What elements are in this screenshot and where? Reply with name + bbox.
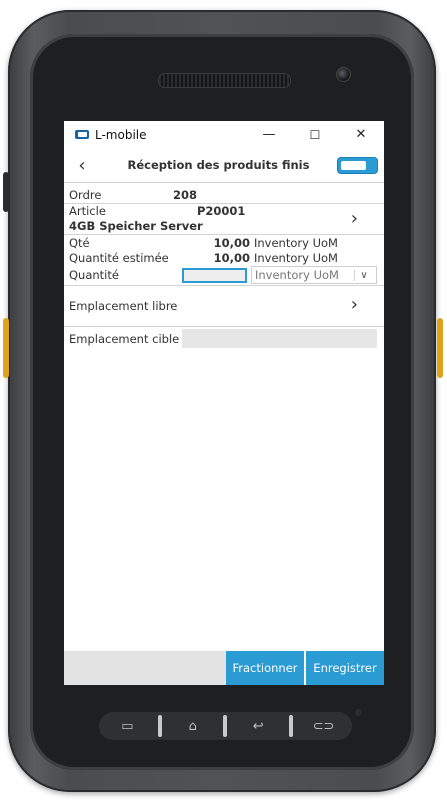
emplacement-cible-label: Emplacement cible: [69, 331, 180, 346]
article-row: Article P20001: [64, 204, 384, 218]
emplacement-cible-field[interactable]: [182, 329, 377, 348]
ordre-value: 208: [173, 187, 198, 202]
qte-row: Qté 10,00 Inventory UoM: [64, 235, 384, 250]
app-screen: L-mobile — ☐ ✕ ‹ Réception des produits …: [64, 121, 384, 685]
quantite-input[interactable]: [182, 267, 247, 283]
device-front-camera: [336, 67, 351, 82]
device-speaker-grille: [158, 73, 291, 88]
article-chevron-right-icon[interactable]: ›: [351, 208, 358, 229]
ordre-label: Ordre: [69, 187, 102, 202]
device-scan-button-left: [3, 318, 9, 378]
emplacement-cible-row: Emplacement cible: [64, 329, 384, 348]
search-key-icon[interactable]: ⊂⊃: [310, 719, 338, 734]
back-key-icon[interactable]: ↩: [244, 719, 272, 734]
emplacement-libre-row[interactable]: Emplacement libre ›: [64, 286, 384, 326]
device-side-button-left: [3, 172, 9, 212]
qte-estimee-label: Quantité estimée: [69, 250, 169, 265]
qte-estimee-unit: Inventory UoM: [254, 250, 338, 265]
article-code: P20001: [197, 204, 246, 218]
page-header: ‹ Réception des produits finis: [64, 148, 384, 183]
window-titlebar: L-mobile — ☐ ✕: [64, 121, 384, 148]
qte-estimee-row: Quantité estimée 10,00 Inventory UoM: [64, 250, 384, 265]
device-sensor: [355, 709, 362, 716]
qte-label: Qté: [69, 235, 90, 250]
menu-key-icon[interactable]: ▭: [113, 719, 141, 734]
qte-value: 10,00: [213, 235, 250, 250]
device-hardware-keys: ▭ ⌂ ↩ ⊂⊃: [99, 712, 352, 740]
app-logo-icon: [75, 130, 89, 139]
action-bar: Fractionner Enregistrer: [64, 651, 384, 685]
page-title: Réception des produits finis: [127, 158, 310, 172]
device-scan-button-right: [437, 318, 443, 378]
close-button[interactable]: ✕: [338, 127, 384, 142]
key-separator: [288, 715, 293, 737]
key-separator: [158, 715, 163, 737]
fractionner-button[interactable]: Fractionner: [226, 651, 306, 685]
qte-unit: Inventory UoM: [254, 235, 338, 250]
quantite-row: Quantité Inventory UoM ∨: [64, 265, 384, 285]
back-chevron-icon[interactable]: ‹: [64, 155, 100, 176]
mode-toggle[interactable]: [337, 156, 378, 174]
article-label: Article: [69, 204, 106, 218]
article-name: 4GB Speicher Server: [69, 219, 203, 233]
enregistrer-button[interactable]: Enregistrer: [306, 651, 384, 685]
divider: [64, 326, 384, 327]
minimize-button[interactable]: —: [246, 127, 292, 142]
action-bar-spacer: [64, 651, 226, 685]
quantite-unit-selected: Inventory UoM: [255, 268, 339, 282]
quantite-label: Quantité: [69, 268, 119, 282]
emplacement-libre-label: Emplacement libre: [69, 299, 178, 313]
ordre-row: Ordre 208: [64, 186, 384, 203]
maximize-button[interactable]: ☐: [292, 128, 338, 142]
home-key-icon[interactable]: ⌂: [179, 719, 207, 734]
quantite-unit-select[interactable]: Inventory UoM ∨: [251, 266, 377, 284]
key-separator: [223, 715, 228, 737]
emplacement-chevron-right-icon[interactable]: ›: [351, 294, 358, 315]
article-block[interactable]: Article P20001 4GB Speicher Server ›: [64, 204, 384, 234]
qte-estimee-value: 10,00: [213, 250, 250, 265]
app-title: L-mobile: [95, 127, 147, 142]
dropdown-caret-icon: ∨: [354, 269, 373, 281]
